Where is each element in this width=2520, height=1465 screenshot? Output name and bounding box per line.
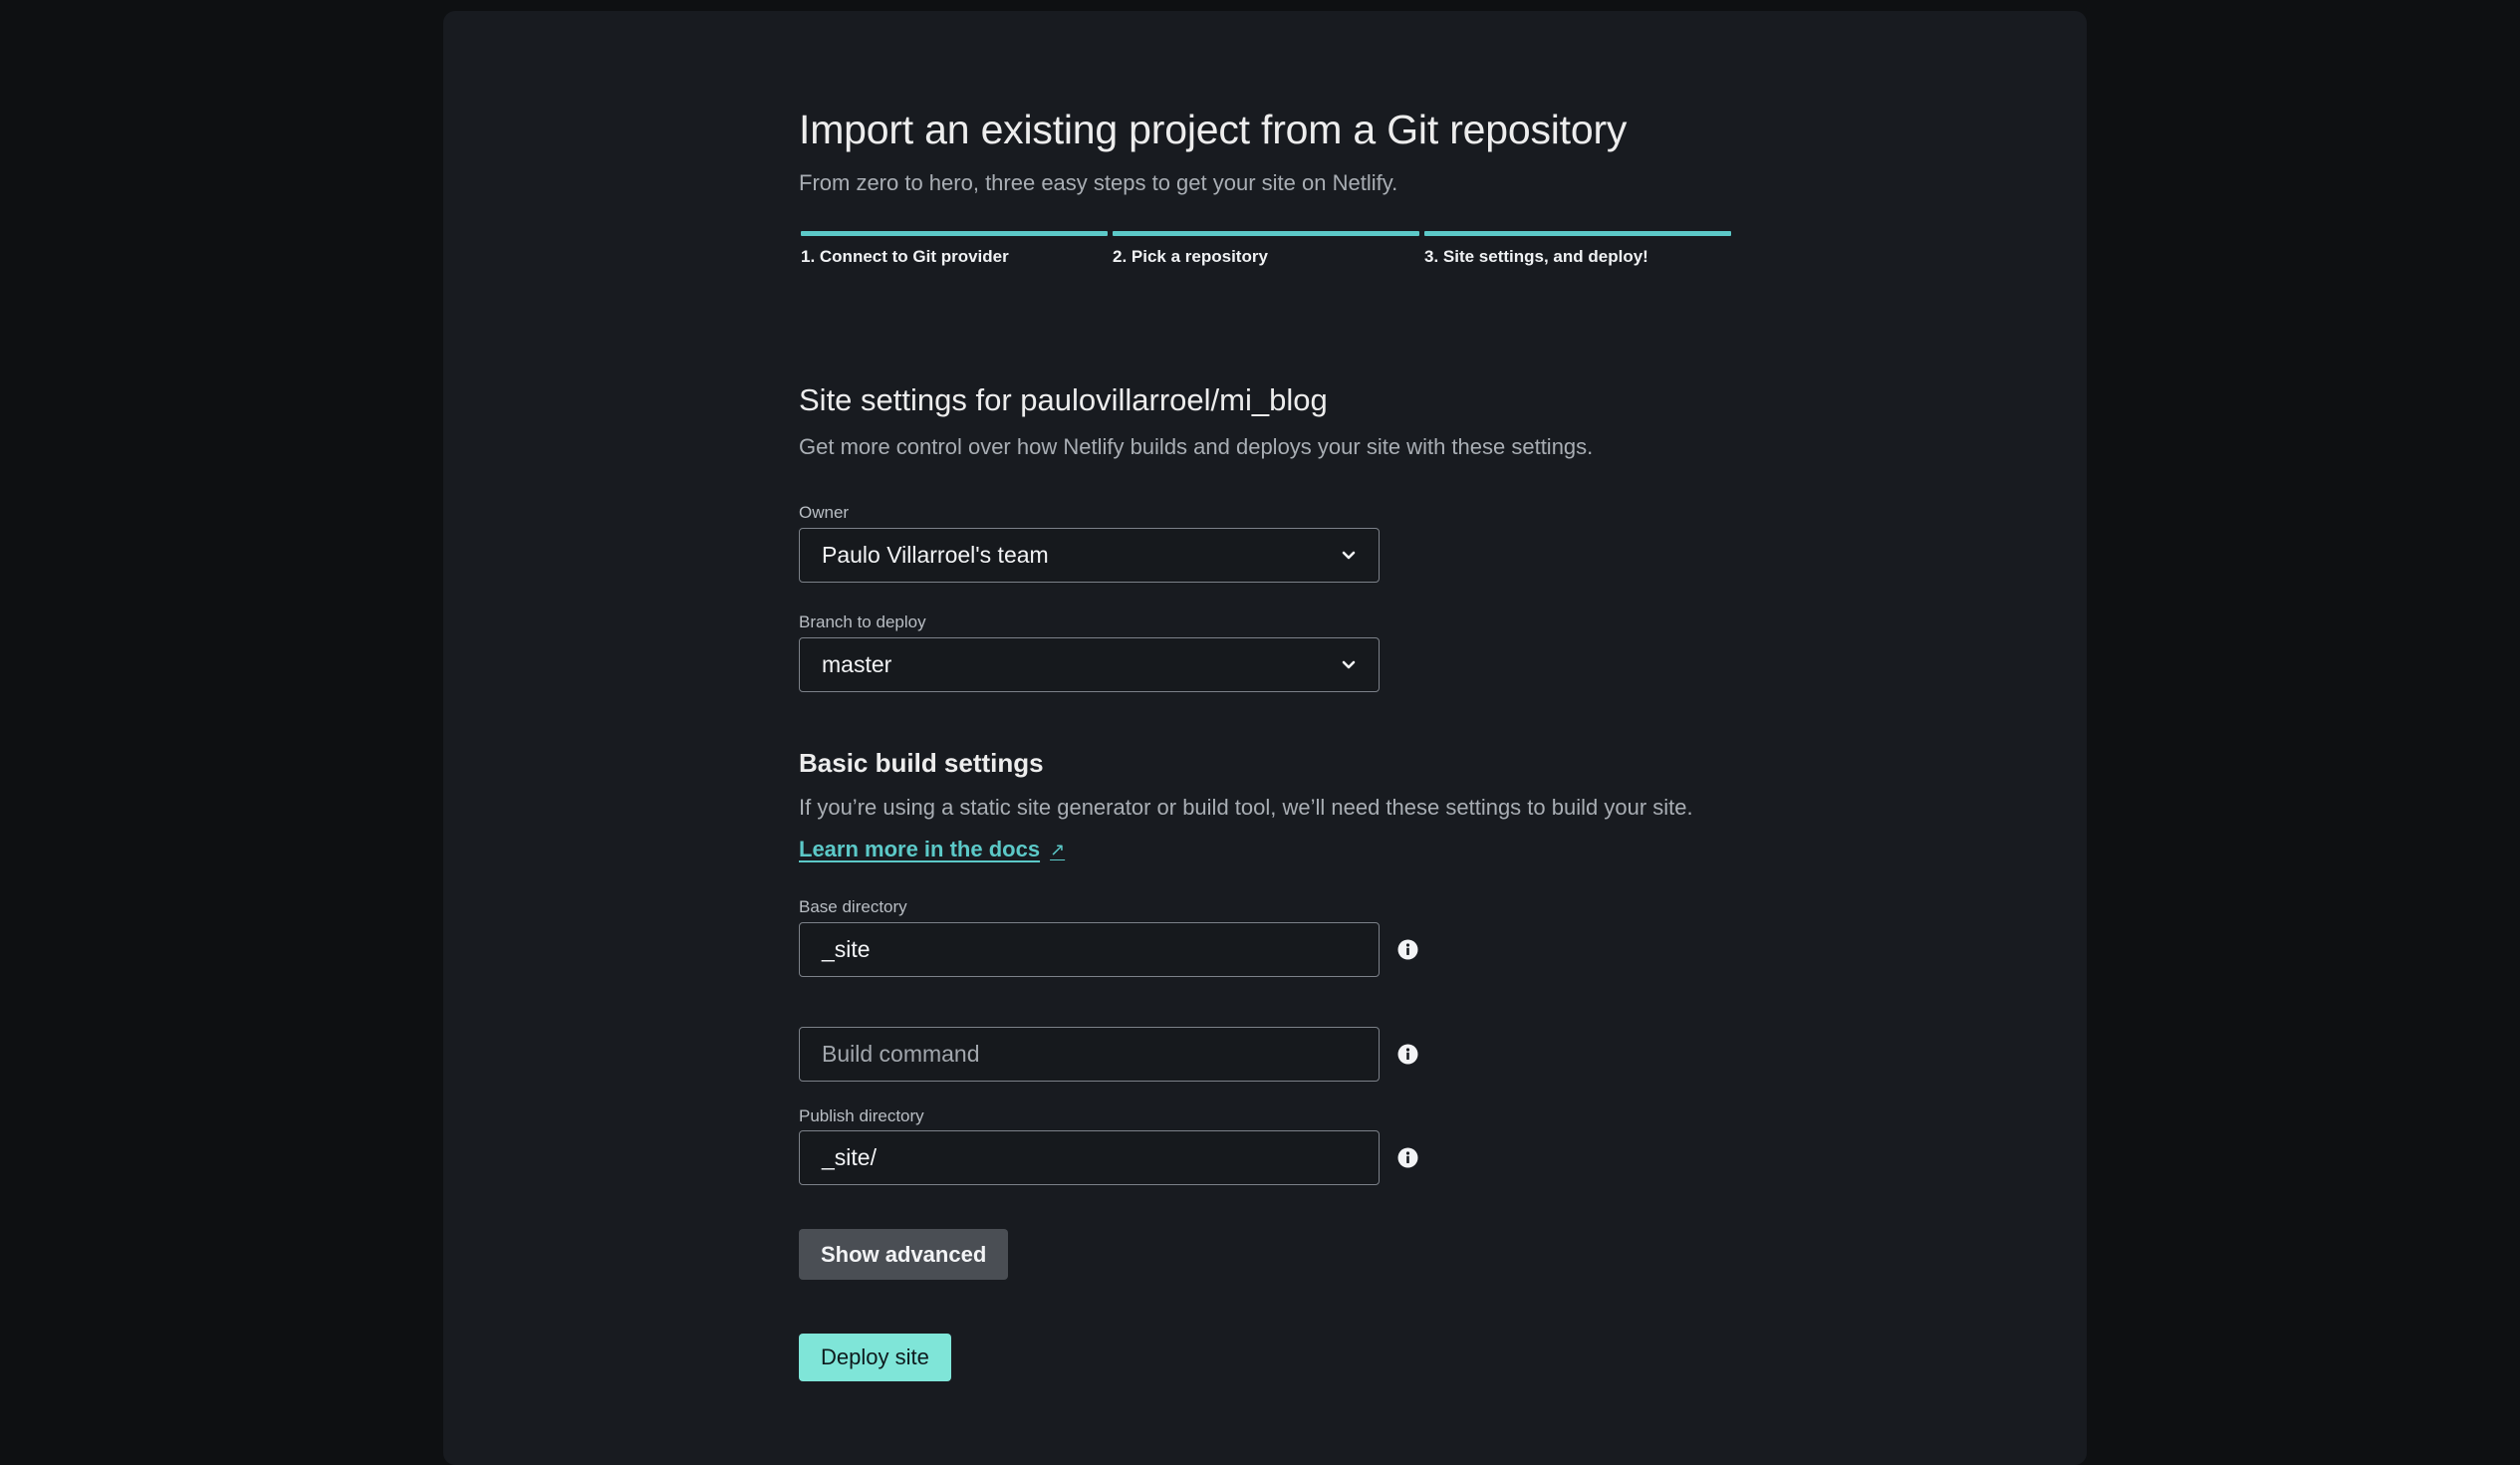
deploy-site-button[interactable]: Deploy site <box>799 1334 951 1381</box>
stepper: 1. Connect to Git provider 2. Pick a rep… <box>801 231 1731 267</box>
chevron-down-icon <box>1341 657 1357 673</box>
chevron-down-icon <box>1341 548 1357 564</box>
step-label: 3. Site settings, and deploy! <box>1424 247 1648 266</box>
page-subtitle: From zero to hero, three easy steps to g… <box>799 170 1398 195</box>
publish-directory-label: Publish directory <box>799 1106 924 1125</box>
step-progress-bar <box>801 231 1108 236</box>
base-directory-label: Base directory <box>799 897 907 916</box>
step-pick-repository[interactable]: 2. Pick a repository <box>1113 231 1419 267</box>
learn-more-docs-link[interactable]: Learn more in the docs ↗ <box>799 837 1065 862</box>
site-settings-description: Get more control over how Netlify builds… <box>799 434 1594 459</box>
publish-directory-value: _site/ <box>822 1144 877 1170</box>
step-label: 1. Connect to Git provider <box>801 247 1009 266</box>
main-card: Import an existing project from a Git re… <box>443 11 2087 1465</box>
info-icon[interactable] <box>1397 1147 1418 1168</box>
owner-label: Owner <box>799 503 850 522</box>
build-settings-description: If you’re using a static site generator … <box>799 795 1693 820</box>
info-icon[interactable] <box>1397 939 1418 960</box>
build-command-input[interactable]: Build command <box>799 1027 1380 1082</box>
branch-select[interactable]: master <box>799 637 1380 692</box>
step-connect[interactable]: 1. Connect to Git provider <box>801 231 1108 267</box>
publish-directory-input[interactable]: _site/ <box>799 1130 1380 1185</box>
page-title: Import an existing project from a Git re… <box>799 107 1628 152</box>
step-site-settings: 3. Site settings, and deploy! <box>1424 231 1731 267</box>
info-icon[interactable] <box>1397 1044 1418 1065</box>
branch-select-value: master <box>822 651 892 677</box>
external-link-icon: ↗ <box>1050 839 1066 859</box>
site-settings-title: Site settings for paulovillarroel/mi_blo… <box>799 382 1328 417</box>
step-progress-bar <box>1113 231 1419 236</box>
owner-select-value: Paulo Villarroel's team <box>822 542 1049 568</box>
owner-select[interactable]: Paulo Villarroel's team <box>799 528 1380 583</box>
step-label: 2. Pick a repository <box>1113 247 1268 266</box>
branch-label: Branch to deploy <box>799 612 926 631</box>
build-settings-title: Basic build settings <box>799 748 1044 778</box>
step-progress-bar <box>1424 231 1731 236</box>
build-command-placeholder: Build command <box>822 1041 980 1067</box>
base-directory-input[interactable]: _site <box>799 922 1380 977</box>
base-directory-value: _site <box>822 936 871 962</box>
docs-link-text: Learn more in the docs <box>799 837 1041 861</box>
show-advanced-button[interactable]: Show advanced <box>799 1229 1009 1280</box>
